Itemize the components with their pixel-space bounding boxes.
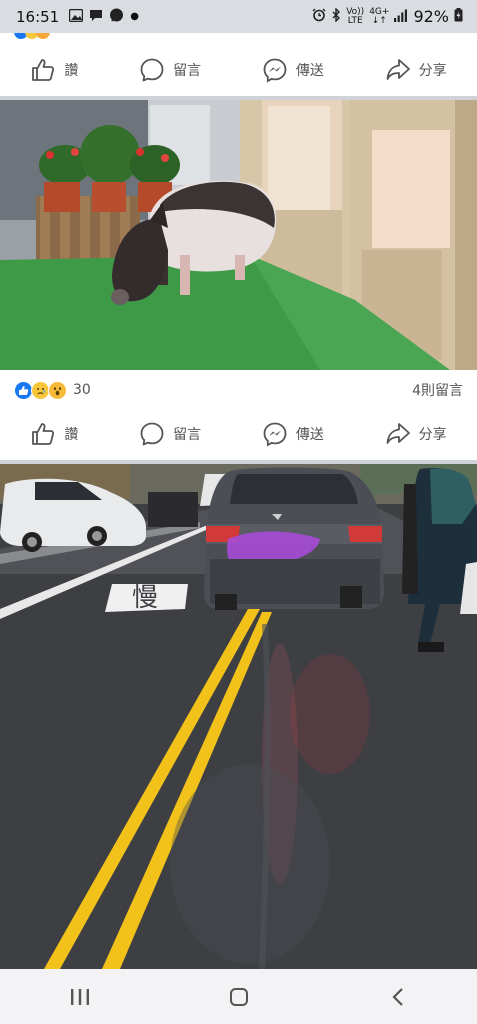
share-arrow-icon	[386, 423, 410, 444]
thumbs-up-icon	[32, 423, 55, 445]
status-right: Vo)) LTE 4G+ ↓↑ 92%	[312, 7, 463, 26]
status-bar: 16:51 ● Vo)) LTE 4G+ ↓↑ 92%	[0, 0, 477, 33]
status-left: 16:51 ●	[16, 8, 139, 26]
share-label: 分享	[418, 427, 447, 443]
home-button[interactable]	[209, 977, 269, 1017]
lte-label: LTE	[347, 15, 363, 26]
like-button-bottom[interactable]: 讚	[30, 421, 78, 447]
facebook-feed-screen: 16:51 ● Vo)) LTE 4G+ ↓↑ 92% 讚 留言 傳送 分享 3…	[0, 0, 477, 1024]
reaction-count[interactable]: 30	[73, 382, 91, 398]
back-button[interactable]	[368, 977, 428, 1017]
comments-count-link[interactable]: 4則留言	[412, 380, 463, 400]
comment-label: 留言	[173, 63, 202, 79]
send-label: 傳送	[295, 427, 324, 443]
share-label: 分享	[418, 63, 447, 79]
thumbs-up-icon	[32, 59, 55, 81]
post-action-bar-top: 讚 留言 傳送 分享	[0, 39, 477, 101]
comment-button-top[interactable]: 留言	[139, 57, 201, 83]
share-button-bottom[interactable]: 分享	[385, 421, 447, 447]
comment-label: 留言	[173, 427, 202, 443]
home-icon	[229, 987, 248, 1006]
data-activity-arrows: ↓↑	[371, 15, 387, 26]
street-photo-illustration: 慢	[0, 464, 477, 969]
send-label: 傳送	[295, 63, 324, 79]
share-arrow-icon	[386, 59, 410, 80]
reaction-icons	[14, 380, 67, 400]
messenger-notification-icon	[109, 8, 124, 26]
road-marking-text: 慢	[132, 583, 158, 613]
chat-notification-icon	[89, 9, 103, 25]
like-label: 讚	[64, 63, 79, 79]
send-button-top[interactable]: 傳送	[262, 57, 324, 83]
pig-indoor-photo[interactable]	[0, 100, 477, 370]
send-button-bottom[interactable]: 傳送	[262, 421, 324, 447]
messenger-send-icon	[263, 58, 287, 83]
battery-charging-icon	[454, 8, 463, 25]
wow-reaction-icon	[48, 380, 67, 400]
more-notifications-dot-icon: ●	[130, 10, 139, 22]
post-action-bar-bottom: 讚 留言 傳送 分享	[0, 403, 477, 465]
status-time: 16:51	[16, 7, 60, 26]
comment-bubble-icon	[140, 422, 164, 446]
volte-indicator: Vo)) LTE	[346, 7, 364, 26]
messenger-send-icon	[263, 422, 287, 447]
gallery-notification-icon	[69, 8, 84, 25]
comment-button-bottom[interactable]: 留言	[139, 421, 201, 447]
battery-percent: 92%	[413, 7, 449, 26]
share-button-top[interactable]: 分享	[385, 57, 447, 83]
recent-apps-icon	[70, 988, 89, 1005]
street-car-photo[interactable]: 慢	[0, 464, 477, 969]
pig-photo-illustration	[0, 100, 477, 370]
alarm-icon	[312, 8, 326, 25]
signal-icon	[394, 9, 408, 25]
like-label: 讚	[64, 427, 79, 443]
recent-apps-button[interactable]	[50, 977, 110, 1017]
network-gen-indicator: 4G+ ↓↑	[369, 7, 389, 26]
back-chevron-icon	[391, 987, 403, 1006]
bluetooth-icon	[331, 7, 341, 25]
android-nav-bar	[0, 969, 477, 1024]
like-button-top[interactable]: 讚	[30, 57, 78, 83]
comment-bubble-icon	[140, 58, 164, 82]
